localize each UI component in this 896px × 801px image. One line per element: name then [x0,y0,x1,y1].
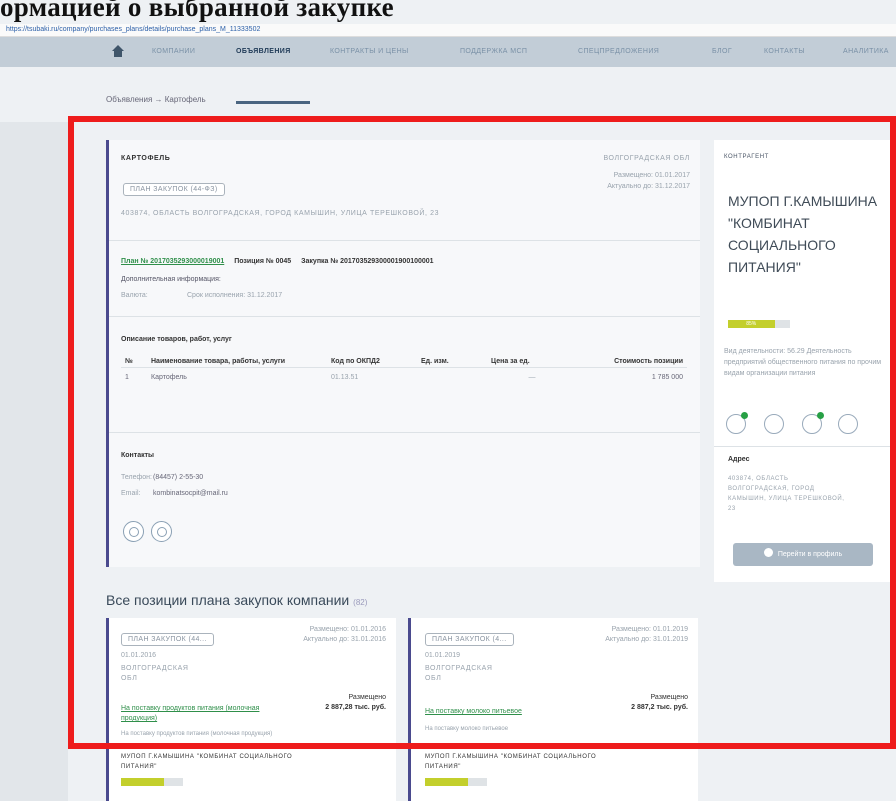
address-bar[interactable]: https://tsubaki.ru/company/purchases_pla… [0,24,896,37]
nav-item-contracts[interactable]: КОНТРАКТЫ И ЦЕНЫ [330,48,409,55]
rating-bar [425,778,487,786]
nav-item-sme-support[interactable]: ПОДДЕРЖКА МСП [460,48,527,55]
rating-bar [121,778,183,786]
top-navigation: КОМПАНИИ ОБЪЯВЛЕНИЯ КОНТРАКТЫ И ЦЕНЫ ПОД… [0,37,896,104]
nav-item-contacts[interactable]: КОНТАКТЫ [764,48,805,55]
left-background-strip [0,122,68,801]
active-tab-indicator [236,101,310,104]
page-title: ормацией о выбранной закупке [0,0,394,22]
nav-item-blog[interactable]: БЛОГ [712,48,732,55]
nav-item-analytics[interactable]: АНАЛИТИКА [843,48,889,55]
nav-item-special-offers[interactable]: СПЕЦПРЕДЛОЖЕНИЯ [578,48,659,55]
nav-item-companies[interactable]: КОМПАНИИ [152,48,195,55]
nav-item-announcements[interactable]: ОБЪЯВЛЕНИЯ [236,48,291,55]
card-company[interactable]: МУПОП Г.КАМЫШИНА "КОМБИНАТ СОЦИАЛЬНОГО П… [425,752,615,772]
breadcrumb[interactable]: Объявления → Картофель [106,95,206,104]
card-company[interactable]: МУПОП Г.КАМЫШИНА "КОМБИНАТ СОЦИАЛЬНОГО П… [121,752,311,772]
highlight-frame [68,116,896,749]
home-icon[interactable] [112,45,125,57]
